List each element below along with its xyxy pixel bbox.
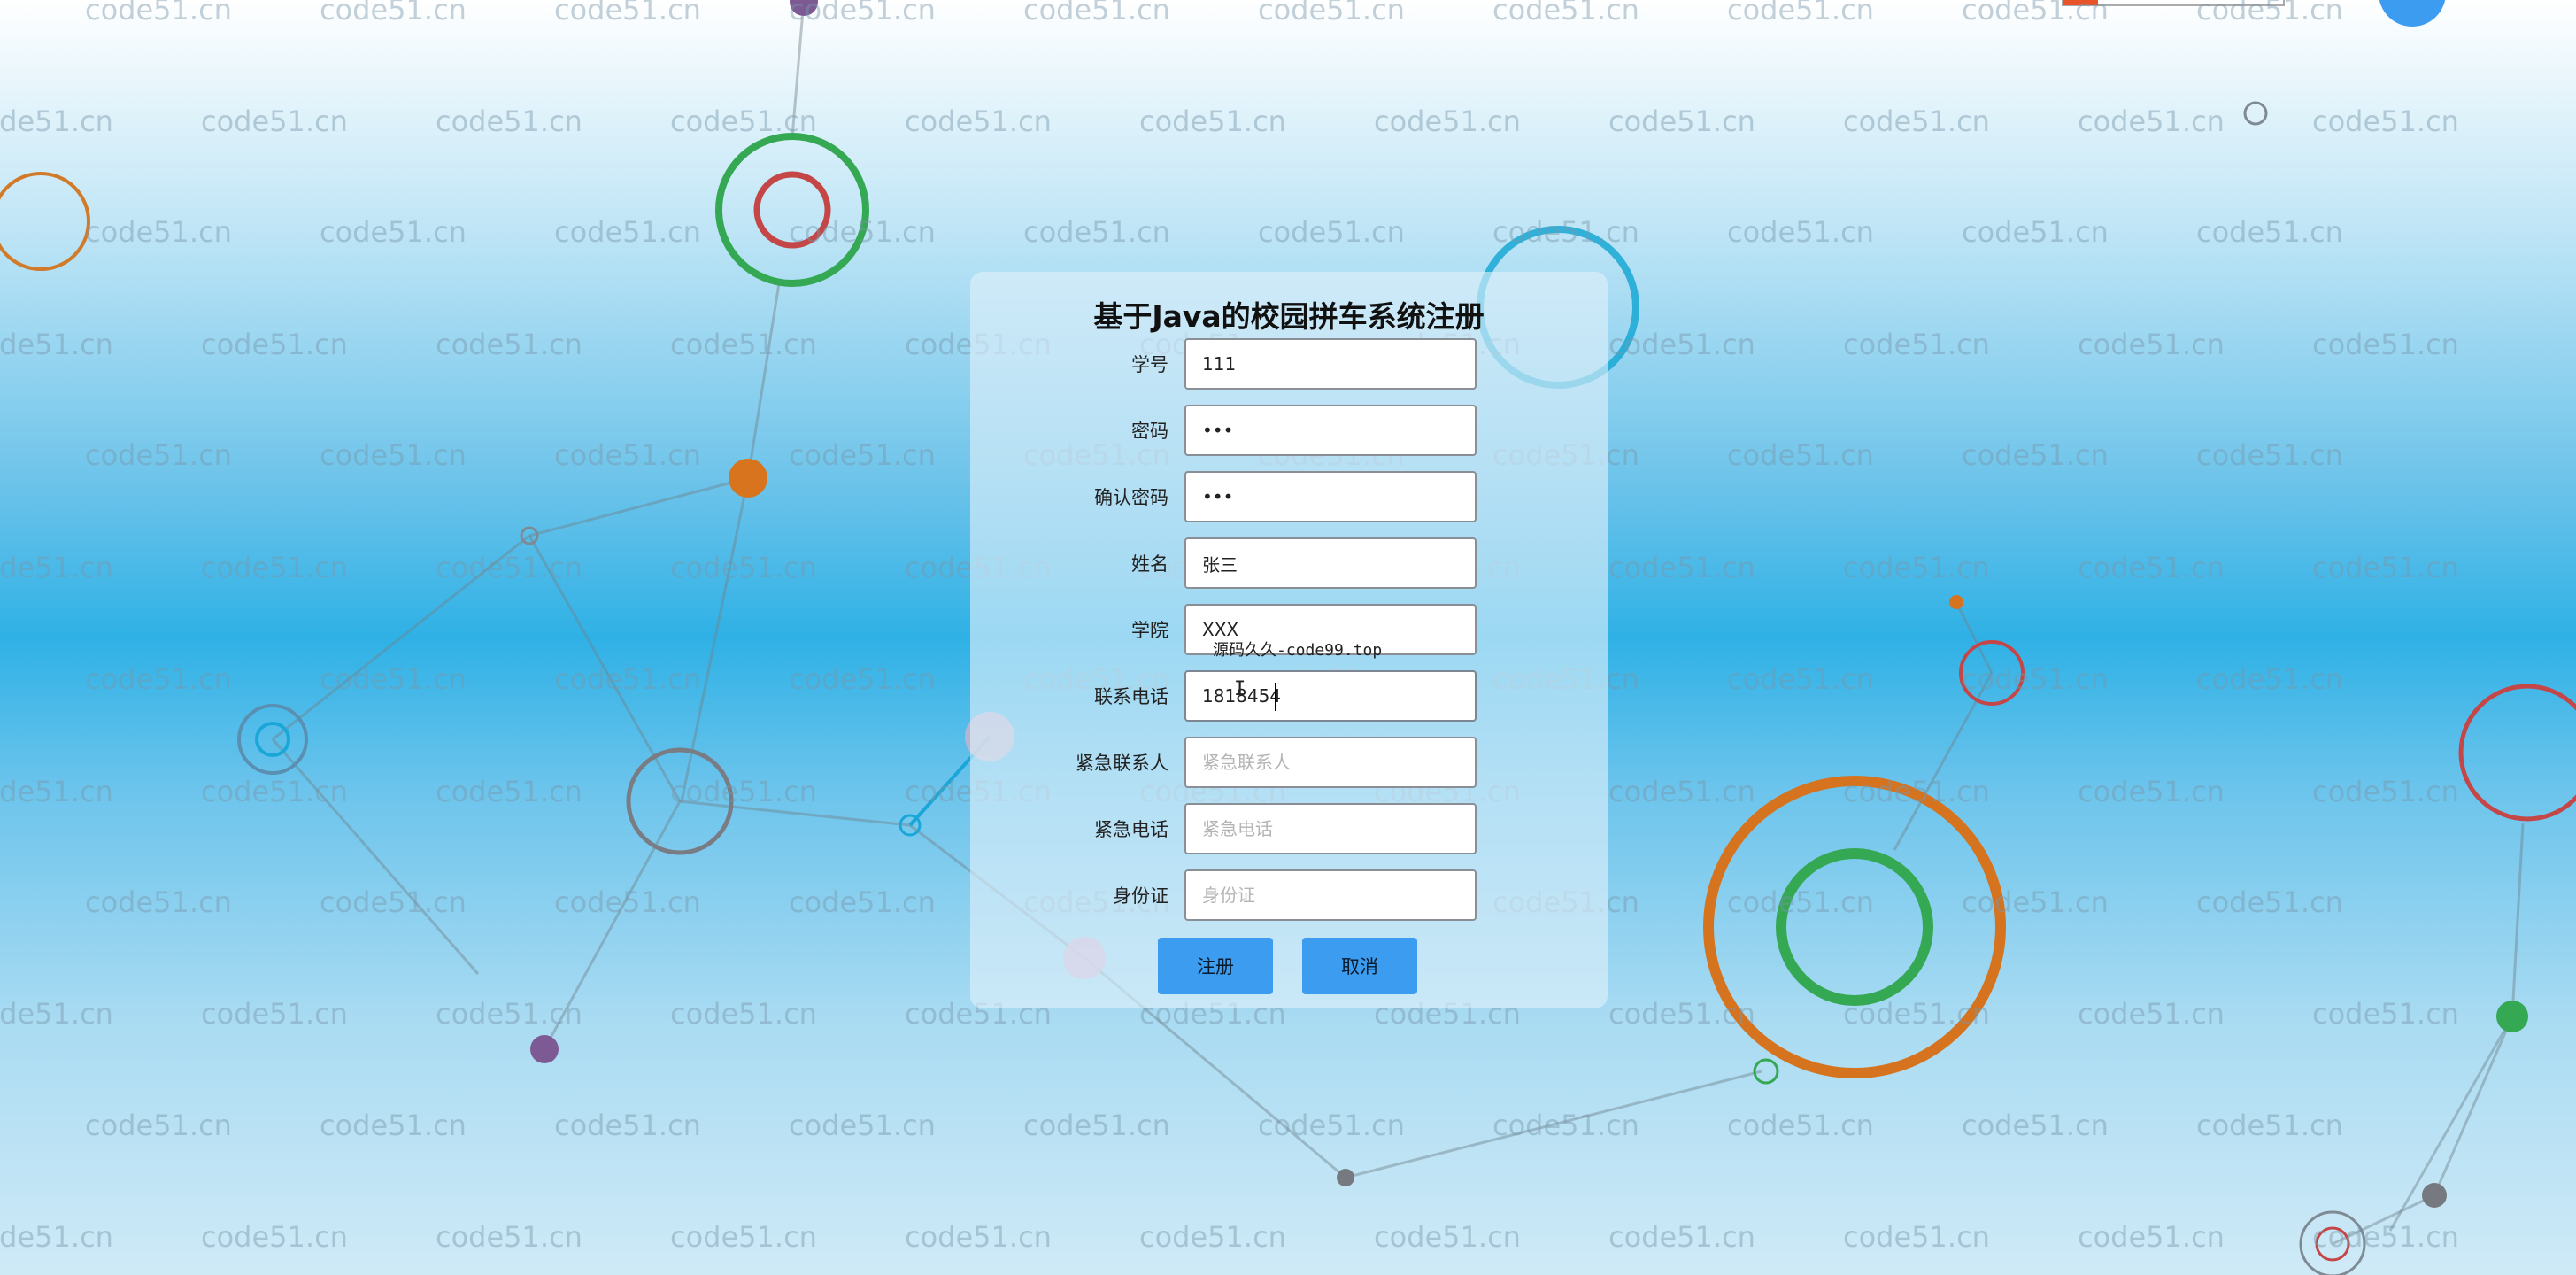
id-card-input[interactable] (1184, 869, 1477, 921)
register-button[interactable]: 注册 (1158, 938, 1273, 994)
cancel-button[interactable]: 取消 (1302, 938, 1417, 994)
source-overlay-text: 源码久久-code99.top (1213, 641, 1383, 660)
id-card-row: 身份证 (970, 869, 1608, 923)
password-input[interactable] (1184, 405, 1477, 456)
confirm-password-label: 确认密码 (1094, 487, 1168, 508)
password-row: 密码 (970, 405, 1608, 458)
emergency-phone-row: 紧急电话 (970, 803, 1608, 856)
student-id-input[interactable] (1184, 338, 1477, 390)
emergency-contact-input[interactable] (1184, 737, 1477, 788)
text-cursor-icon: I (1234, 678, 1246, 700)
confirm-password-row: 确认密码 (970, 471, 1608, 524)
emergency-contact-row: 紧急联系人 (970, 737, 1608, 790)
id-card-label: 身份证 (1113, 885, 1168, 907)
register-panel: 基于Java的校园拼车系统注册 学号 密码 确认密码 姓名 学院 联系电话 紧急… (970, 272, 1608, 1008)
student-id-label: 学号 (1131, 354, 1168, 375)
name-label: 姓名 (1131, 553, 1168, 575)
confirm-password-input[interactable] (1184, 471, 1477, 522)
phone-input[interactable] (1184, 670, 1477, 722)
name-row: 姓名 (970, 537, 1608, 591)
emergency-phone-label: 紧急电话 (1094, 819, 1168, 840)
text-caret (1275, 683, 1276, 711)
password-label: 密码 (1131, 421, 1168, 442)
emergency-phone-input[interactable] (1184, 803, 1477, 854)
page-title: 基于Java的校园拼车系统注册 (1093, 299, 1485, 334)
college-label: 学院 (1131, 620, 1168, 641)
phone-label: 联系电话 (1094, 686, 1168, 707)
phone-row: 联系电话 (970, 670, 1608, 723)
emergency-contact-label: 紧急联系人 (1076, 753, 1168, 774)
student-id-row: 学号 (970, 338, 1608, 391)
name-input[interactable] (1184, 537, 1477, 589)
